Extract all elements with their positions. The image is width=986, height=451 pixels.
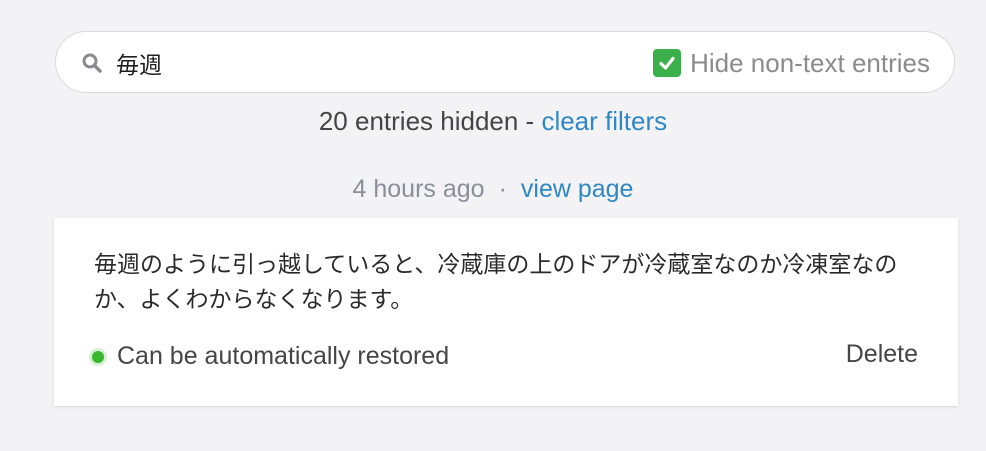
- delete-button[interactable]: Delete: [846, 340, 918, 369]
- entry-card: 毎週のように引っ越していると、冷蔵庫の上のドアが冷蔵室なのか冷凍室なのか、よくわ…: [54, 218, 958, 406]
- search-input[interactable]: [116, 44, 596, 82]
- hidden-entries-notice: 20 entries hidden - clear filters: [0, 106, 986, 137]
- view-page-link[interactable]: view page: [521, 175, 634, 203]
- restore-status: Can be automatically restored: [92, 342, 449, 371]
- clear-filters-link[interactable]: clear filters: [541, 106, 667, 136]
- hide-non-text-toggle[interactable]: Hide non-text entries: [653, 47, 930, 79]
- checkbox-checked-icon[interactable]: [653, 49, 682, 77]
- page: Hide non-text entries 20 entries hidden …: [0, 0, 986, 451]
- restore-status-text: Can be automatically restored: [117, 342, 450, 370]
- search-icon: [82, 53, 102, 73]
- hidden-count-text: 20 entries hidden -: [318, 106, 542, 136]
- entry-timestamp: 4 hours ago: [352, 175, 485, 203]
- entry-text: 毎週のように引っ越していると、冷蔵庫の上のドアが冷蔵室なのか冷凍室なのか、よくわ…: [94, 252, 898, 313]
- search-bar: Hide non-text entries: [55, 31, 955, 93]
- hide-non-text-label: Hide non-text entries: [690, 47, 930, 78]
- meta-separator: ·: [498, 175, 507, 203]
- entry-meta: 4 hours ago · view page: [0, 175, 986, 204]
- status-dot-icon: [92, 350, 104, 363]
